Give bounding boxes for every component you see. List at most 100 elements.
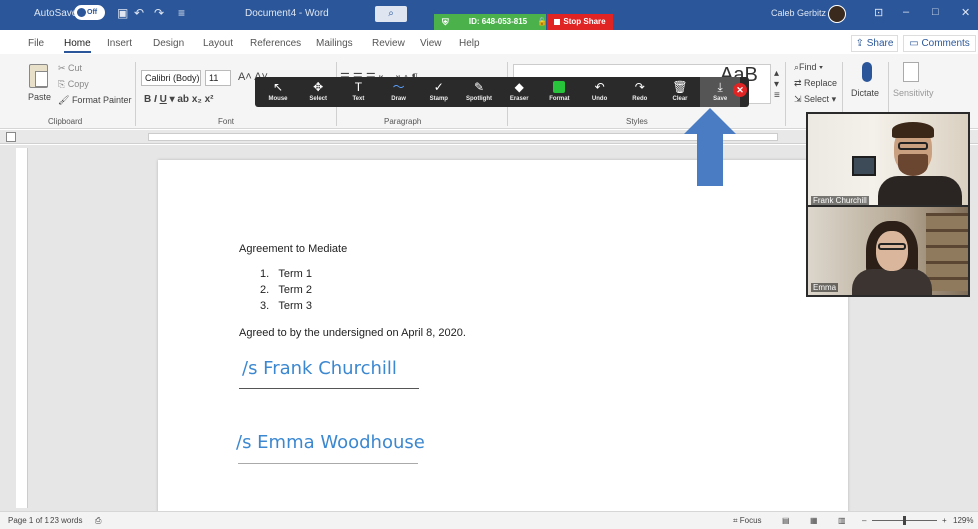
signature-line [238,463,418,464]
minimize-icon[interactable]: – [903,6,909,18]
find-button[interactable]: ⌕Find ▾ [794,62,823,73]
tool-spotlight[interactable]: ✎ Spotlight [459,77,499,107]
ribbon-display-icon[interactable]: ⊡ [874,6,883,19]
stop-share-label: Stop Share [563,17,606,26]
tool-draw[interactable]: 〜 Draw [379,77,419,107]
styles-scroll-icon[interactable]: ▴ ▾ ≡ [774,68,780,101]
redo-icon: ↷ [634,80,645,94]
tool-label: Save [713,96,728,102]
select-button[interactable]: ⇲ Select ▾ [794,94,836,105]
list-item-text: Term 1 [278,268,312,280]
font-name-select[interactable]: Calibri (Body) [141,70,201,86]
page-count[interactable]: Page 1 of 1 [8,516,49,525]
focus-button[interactable]: ⌗ Focus [733,516,762,526]
eraser-icon: ◆ [514,80,524,94]
spotlight-icon: ✎ [473,80,485,94]
zoom-out-icon[interactable]: – [862,516,866,525]
comments-button[interactable]: ▭ Comments [903,35,976,52]
trash-icon: 🗑 [672,80,688,94]
tool-eraser[interactable]: ◆ Eraser [499,77,539,107]
group-divider [135,62,136,126]
tab-design[interactable]: Design [153,38,184,49]
glasses [898,142,928,150]
undo-icon[interactable]: ↶ [134,6,144,20]
customize-toolbar-icon[interactable]: ≡ [178,6,185,20]
tab-file[interactable]: File [28,38,44,49]
font-size-select[interactable]: 11 [205,70,231,86]
cut-button[interactable]: ✂ Cut [58,63,82,74]
signature-frank: /s Frank Churchill [242,358,397,379]
glasses [878,243,906,250]
avatar[interactable] [828,5,846,23]
tool-label: Spotlight [466,96,492,102]
zoom-in-icon[interactable]: + [942,516,947,525]
tab-selector[interactable] [6,132,16,142]
zoom-slider-thumb[interactable] [903,516,906,525]
document-heading: Agreement to Mediate [239,243,348,255]
tool-label: Draw [391,96,406,102]
replace-button[interactable]: ⇄ Replace [794,78,837,89]
microphone-icon[interactable] [862,62,872,82]
clipboard-group-label: Clipboard [48,117,83,126]
font-format-icons[interactable]: B I U ▾ ab x₂ x² [144,94,214,105]
paste-label[interactable]: Paste [28,92,51,102]
tool-stamp[interactable]: ✓ Stamp [419,77,459,107]
document-page[interactable]: Agreement to Mediate 1. Term 1 2. Term 2… [158,160,848,520]
undo-icon: ↶ [594,80,605,94]
tool-clear[interactable]: 🗑 Clear [660,77,700,107]
paste-icon[interactable] [29,64,48,88]
share-label: Share [866,38,894,49]
zoom-level[interactable]: 129% [953,516,973,525]
maximize-icon[interactable]: □ [932,6,939,18]
tab-insert[interactable]: Insert [107,38,132,49]
proofing-icon[interactable]: ⎙ [95,516,101,526]
vertical-ruler [16,148,28,508]
stamp-icon: ✓ [433,80,444,94]
tab-layout[interactable]: Layout [203,38,233,49]
zoom-meeting-banner[interactable]: ⛨ ID: 648-053-815 🔒 [434,14,547,30]
web-layout-icon[interactable]: ▥ [838,516,846,525]
tool-text[interactable]: T Text [338,77,378,107]
tab-view[interactable]: View [420,38,442,49]
ruler-track[interactable] [148,133,778,141]
tool-format[interactable]: Format [539,77,579,107]
close-icon[interactable]: ✕ [961,6,970,19]
print-layout-icon[interactable]: ▦ [810,516,818,525]
tab-help[interactable]: Help [459,38,480,49]
tab-review[interactable]: Review [372,38,405,49]
dictate-label[interactable]: Dictate [851,88,879,98]
participant-body [852,269,932,295]
word-count[interactable]: 23 words [50,516,82,525]
sensitivity-label[interactable]: Sensitivity [893,88,934,98]
copy-button[interactable]: ⎘ Copy [58,79,89,90]
move-icon: ✥ [313,80,324,94]
tab-references[interactable]: References [250,38,301,49]
tool-undo[interactable]: ↶ Undo [580,77,620,107]
tab-home[interactable]: Home [64,38,91,53]
cut-label: Cut [68,63,83,73]
format-painter-button[interactable]: 🖌 Format Painter [58,95,131,106]
tool-select[interactable]: ✥ Select [298,77,338,107]
select-label: Select [804,94,830,104]
tab-mailings[interactable]: Mailings [316,38,353,49]
search-icon[interactable]: ⌕ [375,6,407,22]
document-title: Document4 - Word [245,8,329,19]
find-label: Find [799,62,817,72]
read-mode-icon[interactable]: ▤ [782,516,790,525]
tool-redo[interactable]: ↷ Redo [620,77,660,107]
tool-mouse[interactable]: ↖ Mouse [258,77,298,107]
video-tile[interactable]: Frank Churchill [806,112,970,210]
stop-share-button[interactable]: Stop Share [547,14,613,30]
save-icon[interactable]: ▣ [117,6,128,20]
video-tile[interactable]: Emma [806,205,970,297]
sensitivity-icon[interactable] [903,62,919,82]
focus-label: Focus [739,516,762,525]
draw-icon: 〜 [392,80,405,94]
list-item: 3. Term 3 [260,300,312,312]
share-button[interactable]: ⇪ Share [851,35,898,52]
redo-icon[interactable]: ↷ [154,6,164,20]
user-name[interactable]: Caleb Gerbitz [771,8,826,18]
group-divider [785,62,786,126]
close-annotation-icon[interactable]: ✕ [733,83,747,97]
autosave-toggle[interactable]: Off [74,5,105,20]
